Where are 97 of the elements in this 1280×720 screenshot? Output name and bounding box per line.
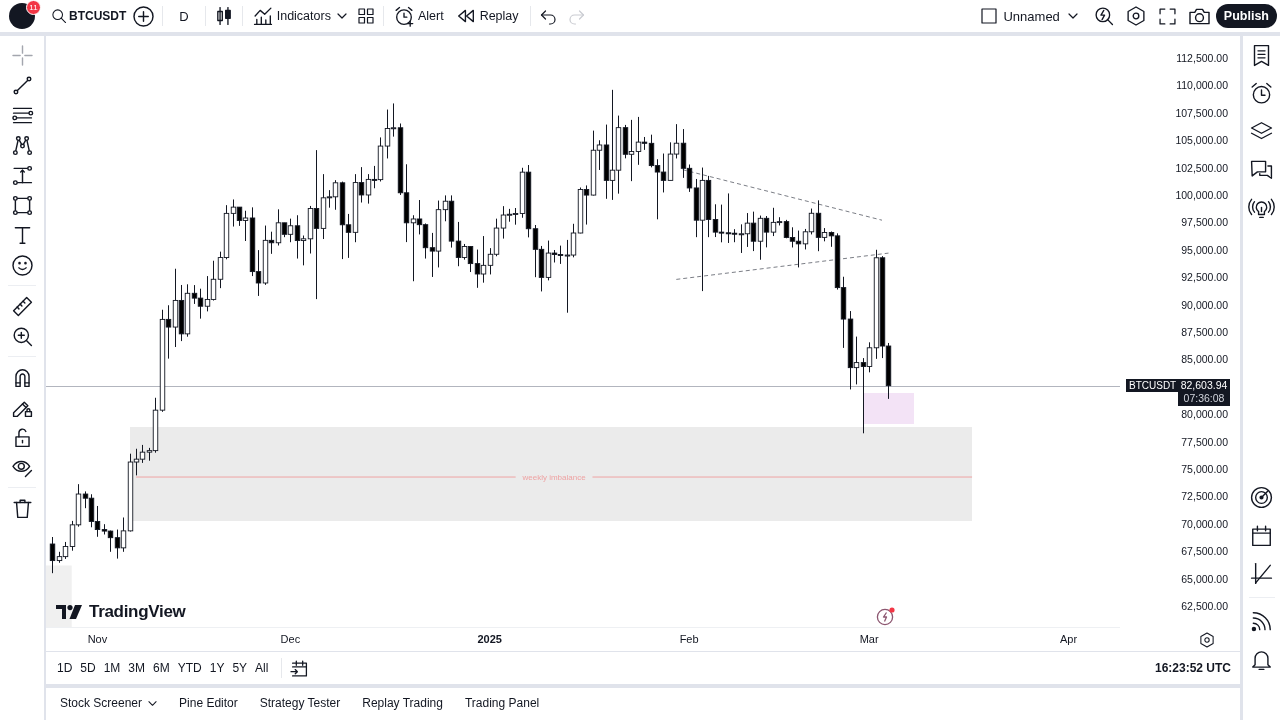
price-label: 65,000.00 [1181,571,1228,586]
trend-line-icon[interactable] [12,75,32,95]
price-label: 67,500.00 [1181,544,1228,559]
smiley-icon[interactable] [12,255,32,275]
chevron-down-icon [1067,11,1078,21]
range-button[interactable]: 1Y [205,657,229,679]
price-label: 100,000.00 [1175,187,1228,202]
notification-badge: 11 [26,0,41,15]
logo-icon [56,605,82,619]
plus-circle-icon[interactable] [134,6,154,26]
date-label: Dec [280,633,301,645]
fullscreen-icon[interactable] [1158,7,1176,25]
price-label: 97,500.00 [1181,215,1228,230]
ruler-icon[interactable] [12,296,32,316]
range-button[interactable]: YTD [173,657,206,679]
price-value: 82,603.94 [1180,378,1228,392]
zoom-in-icon[interactable] [12,326,32,346]
calendar-arrow-icon[interactable] [291,659,309,677]
broadcast-icon[interactable] [1251,610,1272,632]
price-label: 70,000.00 [1181,516,1228,531]
chevron-down-icon[interactable] [336,11,347,21]
line-chart-icon[interactable] [1251,562,1272,584]
alarm-plus-icon [394,7,413,25]
indicators-button[interactable]: Indicators [251,7,333,25]
price-label: 72,500.00 [1181,489,1228,504]
range-button[interactable]: 6M [149,657,174,679]
lightning-icon[interactable] [876,606,896,626]
calendar-icon[interactable] [1251,524,1272,546]
measure-icon[interactable] [12,165,32,185]
publish-button[interactable]: Publish [1215,4,1277,28]
price-label: 102,500.00 [1175,160,1228,175]
alert-button[interactable]: Alert [392,7,446,25]
camera-icon[interactable] [1189,6,1209,26]
price-label: 75,000.00 [1181,462,1228,477]
date-label: 2025 [477,633,502,645]
range-button[interactable]: 1D [53,657,77,679]
pattern-icon[interactable] [12,135,32,155]
settings-icon[interactable] [1200,633,1214,647]
replay-button[interactable]: Replay [454,7,521,25]
text-icon[interactable] [12,225,32,245]
brand-name: TradingView [89,602,186,622]
price-label: 95,000.00 [1181,242,1228,257]
range-button[interactable]: 5D [76,657,100,679]
date-label: Apr [1060,633,1078,645]
symbol-tag: BTCUSDT [1126,378,1180,392]
search-icon [52,9,66,23]
date-label: Nov [87,633,108,645]
panel-tab[interactable]: Trading Panel [454,688,550,720]
square-icon[interactable] [981,8,998,24]
range-button[interactable]: 5Y [228,657,252,679]
interval-button[interactable]: D [172,8,196,24]
price-label: 90,000.00 [1181,297,1228,312]
price-label: 85,000.00 [1181,352,1228,367]
price-label: 112,500.00 [1176,50,1228,65]
quick-search-icon[interactable] [1094,7,1113,25]
price-label: 80,000.00 [1181,407,1228,422]
zone-label: weekly imbalance [522,473,586,483]
panel-tab[interactable]: Pine Editor [169,688,248,720]
symbol-search-button[interactable]: BTCUSDT [52,9,127,23]
alarm-clock-icon[interactable] [1251,82,1272,104]
chevron-down-icon [148,698,158,708]
layout-menu-button[interactable]: Unnamed [1003,8,1078,24]
lightbulb-icon[interactable] [1251,196,1272,218]
grid-icon[interactable] [357,8,374,24]
range-button[interactable]: 3M [124,657,150,679]
panel-tab[interactable]: Strategy Tester [249,688,351,720]
target-icon[interactable] [1251,486,1272,508]
price-label: 92,500.00 [1181,270,1228,285]
date-label: Mar [859,633,879,645]
magnet-icon[interactable] [12,367,32,387]
chat-icon[interactable] [1251,158,1272,180]
price-label: 62,500.00 [1181,599,1228,614]
rectangle-icon[interactable] [12,195,32,215]
list-icon[interactable] [1251,44,1272,66]
indicators-icon [253,7,272,25]
panel-tab[interactable]: Replay Trading [352,688,453,720]
price-label: 105,000.00 [1175,133,1228,148]
lock-icon[interactable] [12,427,32,447]
price-label: 77,500.00 [1181,434,1228,449]
countdown: 07:36:08 [1183,391,1225,405]
panel-tab[interactable]: Stock Screener [50,688,168,720]
price-label: 87,500.00 [1181,325,1228,339]
shaded-zone [862,392,915,425]
parallel-lines-icon[interactable] [12,105,32,125]
clock: 16:23:52 UTC [1154,661,1231,675]
range-button[interactable]: 1M [99,657,125,679]
price-label: 110,000.00 [1176,78,1228,93]
bell-icon[interactable] [1251,648,1272,670]
date-label: Feb [679,633,699,645]
layers-icon[interactable] [1251,120,1272,142]
trash-icon[interactable] [12,498,32,518]
candles-icon[interactable] [214,7,233,25]
price-label: 107,500.00 [1175,105,1228,120]
settings-icon[interactable] [1126,7,1145,25]
range-button[interactable]: All [251,657,273,679]
undo-icon[interactable] [539,8,556,24]
rewind-icon [456,7,475,25]
